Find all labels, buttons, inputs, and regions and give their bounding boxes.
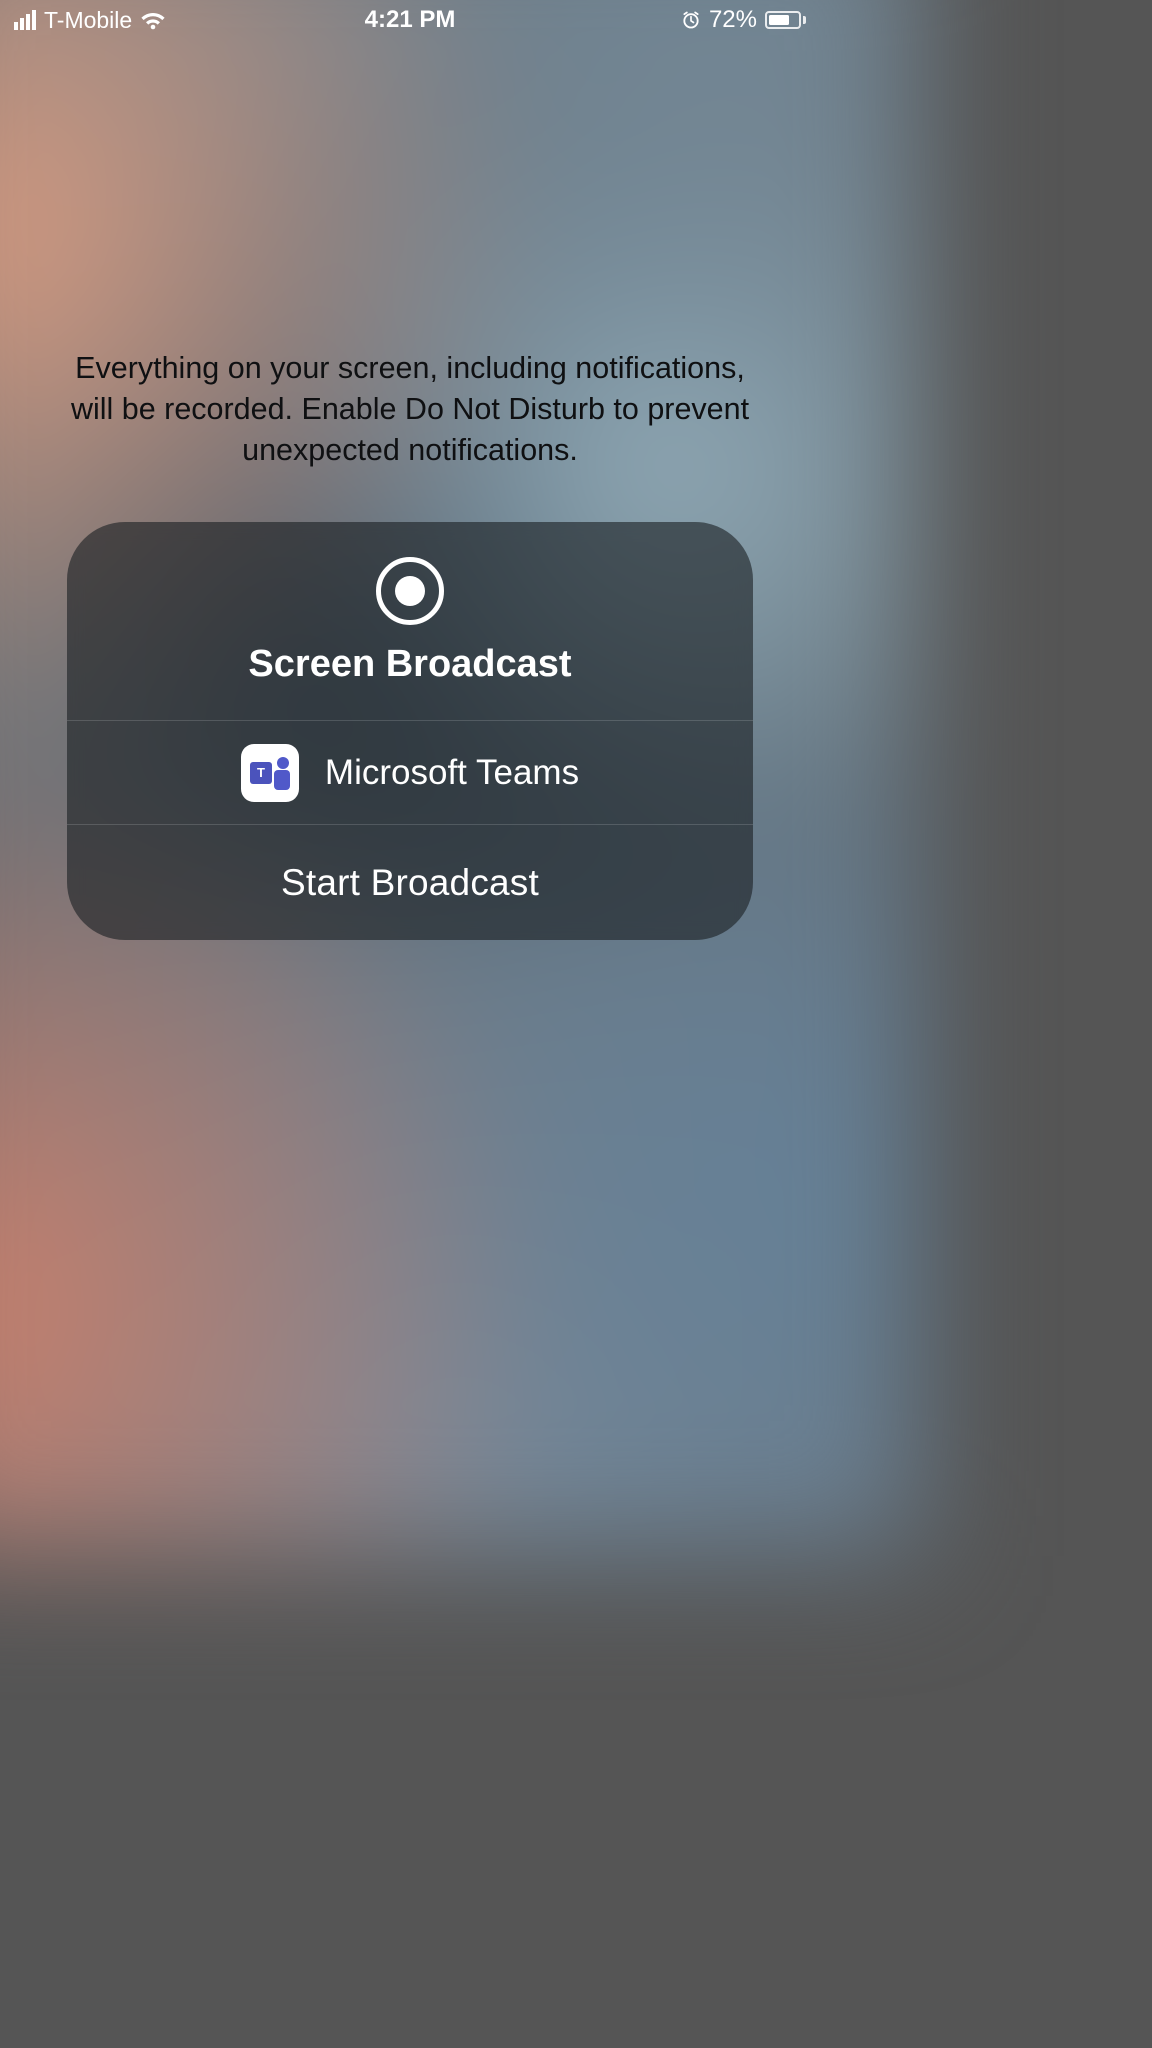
teams-app-icon: T xyxy=(241,744,299,802)
broadcast-warning-text: Everything on your screen, including not… xyxy=(0,348,820,472)
app-row-microsoft-teams[interactable]: T Microsoft Teams xyxy=(67,720,753,824)
start-broadcast-button[interactable]: Start Broadcast xyxy=(67,824,753,940)
screen-record-icon xyxy=(376,557,444,625)
battery-icon xyxy=(765,11,806,29)
status-bar: T-Mobile 4:21 PM 72% xyxy=(0,0,820,40)
card-header: Screen Broadcast xyxy=(67,522,753,720)
alarm-icon xyxy=(681,10,701,30)
teams-glyph-letter: T xyxy=(250,762,272,784)
carrier-label: T-Mobile xyxy=(44,7,132,34)
battery-fill xyxy=(769,15,789,25)
broadcast-picker-card: Screen Broadcast T Microsoft Teams Start… xyxy=(67,522,753,940)
start-broadcast-label: Start Broadcast xyxy=(281,862,539,904)
battery-percentage: 72% xyxy=(709,6,757,34)
clock: 4:21 PM xyxy=(365,6,456,34)
wifi-icon xyxy=(140,10,166,30)
cellular-signal-icon xyxy=(14,10,36,30)
card-title: Screen Broadcast xyxy=(248,643,571,686)
app-name-label: Microsoft Teams xyxy=(325,753,579,793)
